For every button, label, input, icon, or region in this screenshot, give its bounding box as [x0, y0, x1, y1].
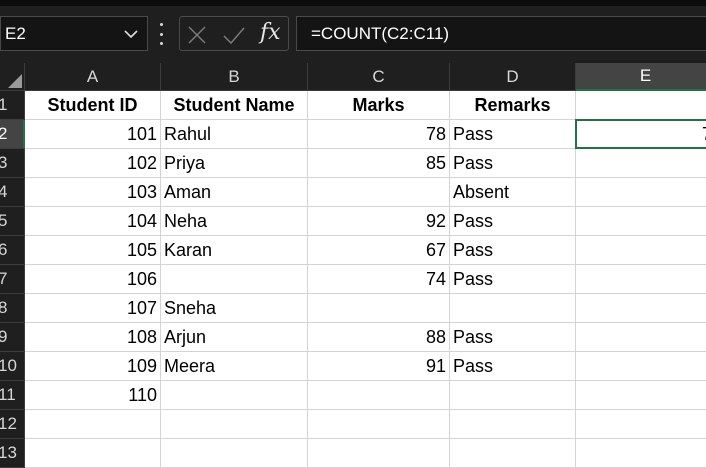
- row-header-4[interactable]: 4: [0, 178, 25, 207]
- cancel-x-icon[interactable]: [186, 24, 208, 46]
- row-header-12[interactable]: 12: [0, 410, 25, 439]
- cell-b9[interactable]: Arjun: [161, 323, 308, 352]
- formula-text: =COUNT(C2:C11): [311, 23, 450, 43]
- cell-b10[interactable]: Meera: [161, 352, 308, 381]
- cell-c4[interactable]: [308, 178, 450, 207]
- cell-c10[interactable]: 91: [308, 352, 450, 381]
- cell-d10[interactable]: Pass: [450, 352, 576, 381]
- cell-b12[interactable]: [161, 410, 308, 439]
- cell-b11[interactable]: [161, 381, 308, 410]
- cell-c8[interactable]: [308, 294, 450, 323]
- cell-b4[interactable]: Aman: [161, 178, 308, 207]
- cell-e6[interactable]: [576, 236, 706, 265]
- cell-b2[interactable]: Rahul: [161, 120, 308, 149]
- checkmark-icon[interactable]: [222, 24, 246, 46]
- cell-e7[interactable]: [576, 265, 706, 294]
- row-header-1[interactable]: 1: [0, 91, 25, 120]
- cell-e11[interactable]: [576, 381, 706, 410]
- cell-c6[interactable]: 67: [308, 236, 450, 265]
- row-header-11[interactable]: 11: [0, 381, 25, 410]
- cell-e9[interactable]: [576, 323, 706, 352]
- cell-a5[interactable]: 104: [25, 207, 161, 236]
- cell-c5[interactable]: 92: [308, 207, 450, 236]
- cell-a8[interactable]: 107: [25, 294, 161, 323]
- column-header-a[interactable]: A: [25, 63, 161, 91]
- cell-e1[interactable]: [576, 91, 706, 120]
- cell-c11[interactable]: [308, 381, 450, 410]
- cell-e12[interactable]: [576, 410, 706, 439]
- row-header-6[interactable]: 6: [0, 236, 25, 265]
- cell-d12[interactable]: [450, 410, 576, 439]
- row-header-2[interactable]: 2: [0, 120, 25, 149]
- column-header-b[interactable]: B: [161, 63, 308, 91]
- column-header-c[interactable]: C: [308, 63, 450, 91]
- cell-a7[interactable]: 106: [25, 265, 161, 294]
- column-header-d[interactable]: D: [450, 63, 576, 91]
- cell-b3[interactable]: Priya: [161, 149, 308, 178]
- cell-c1[interactable]: Marks: [308, 91, 450, 120]
- cell-d9[interactable]: Pass: [450, 323, 576, 352]
- name-box-value: E2: [5, 23, 26, 43]
- cell-a10[interactable]: 109: [25, 352, 161, 381]
- cell-d11[interactable]: [450, 381, 576, 410]
- cell-d8[interactable]: [450, 294, 576, 323]
- cell-a4[interactable]: 103: [25, 178, 161, 207]
- insert-function-button[interactable]: fx: [260, 20, 281, 45]
- select-all-button[interactable]: [0, 63, 25, 91]
- cell-a6[interactable]: 105: [25, 236, 161, 265]
- cell-c3[interactable]: 85: [308, 149, 450, 178]
- row-header-13[interactable]: 13: [0, 439, 25, 468]
- cell-a11[interactable]: 110: [25, 381, 161, 410]
- cell-c2[interactable]: 78: [308, 120, 450, 149]
- cell-c12[interactable]: [308, 410, 450, 439]
- cell-d4[interactable]: Absent: [450, 178, 576, 207]
- name-box[interactable]: E2: [0, 16, 148, 51]
- chevron-down-icon[interactable]: [123, 26, 139, 42]
- cell-a9[interactable]: 108: [25, 323, 161, 352]
- cell-c13[interactable]: [308, 439, 450, 468]
- cell-e13[interactable]: [576, 439, 706, 468]
- cell-a12[interactable]: [25, 410, 161, 439]
- cell-b6[interactable]: Karan: [161, 236, 308, 265]
- cell-c9[interactable]: 88: [308, 323, 450, 352]
- select-all-icon: [8, 74, 22, 88]
- cell-e3[interactable]: [576, 149, 706, 178]
- cell-b8[interactable]: Sneha: [161, 294, 308, 323]
- cell-d5[interactable]: Pass: [450, 207, 576, 236]
- cell-a13[interactable]: [25, 439, 161, 468]
- cell-b7[interactable]: [161, 265, 308, 294]
- cell-d13[interactable]: [450, 439, 576, 468]
- cell-d2[interactable]: Pass: [450, 120, 576, 149]
- cell-a3[interactable]: 102: [25, 149, 161, 178]
- row-header-7[interactable]: 7: [0, 265, 25, 294]
- column-header-e[interactable]: E: [576, 63, 706, 91]
- cell-e5[interactable]: [576, 207, 706, 236]
- cell-a2[interactable]: 101: [25, 120, 161, 149]
- formula-controls: fx: [179, 16, 289, 51]
- row-header-5[interactable]: 5: [0, 207, 25, 236]
- more-options-icon[interactable]: [158, 23, 164, 45]
- row-header-10[interactable]: 10: [0, 352, 25, 381]
- row-header-8[interactable]: 8: [0, 294, 25, 323]
- formula-input[interactable]: =COUNT(C2:C11): [296, 16, 706, 51]
- cell-b5[interactable]: Neha: [161, 207, 308, 236]
- cell-a1[interactable]: Student ID: [25, 91, 161, 120]
- cell-d6[interactable]: Pass: [450, 236, 576, 265]
- row-header-3[interactable]: 3: [0, 149, 25, 178]
- cell-d7[interactable]: Pass: [450, 265, 576, 294]
- cell-e10[interactable]: [576, 352, 706, 381]
- cell-c7[interactable]: 74: [308, 265, 450, 294]
- row-header-9[interactable]: 9: [0, 323, 25, 352]
- cell-d3[interactable]: Pass: [450, 149, 576, 178]
- spreadsheet-grid: A B C D E 1 Student ID Student Name Marks Remarks…: [0, 63, 706, 468]
- cell-b13[interactable]: [161, 439, 308, 468]
- cell-e4[interactable]: [576, 178, 706, 207]
- cell-e8[interactable]: [576, 294, 706, 323]
- cell-b1[interactable]: Student Name: [161, 91, 308, 120]
- cell-d1[interactable]: Remarks: [450, 91, 576, 120]
- cell-e2[interactable]: 7: [576, 120, 706, 149]
